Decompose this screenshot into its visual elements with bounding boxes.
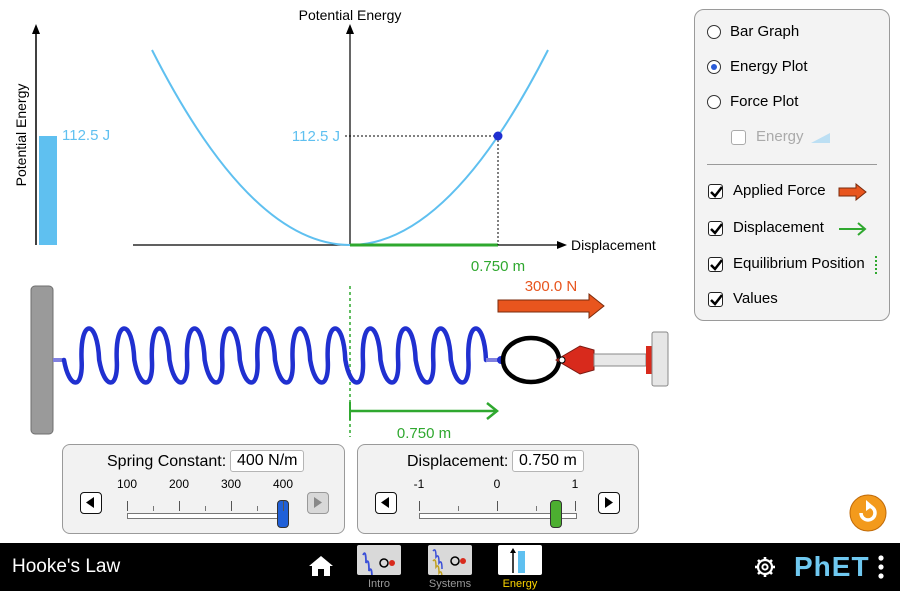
- slider-tick-mark: [575, 501, 576, 511]
- checkbox[interactable]: [708, 257, 723, 272]
- phet-logo: PhET: [794, 551, 870, 582]
- equilibrium-line-icon: [875, 256, 877, 274]
- displacement-arrow: [349, 402, 500, 420]
- slider-minor-tick: [458, 506, 459, 511]
- applied-force-arrow-icon: [838, 183, 867, 201]
- displacement-value: 0.750 m: [512, 450, 584, 472]
- displacement-decrement-button[interactable]: [375, 492, 397, 514]
- spring-constant-increment-button[interactable]: [307, 492, 329, 514]
- plot-y-axis-label: Potential Energy: [299, 7, 402, 23]
- radio-label: Force Plot: [730, 93, 799, 110]
- bar-graph-value-label: 112.5 J: [62, 127, 110, 144]
- energy-plot-point: [493, 131, 503, 141]
- slider-tick-label: 0: [493, 477, 501, 491]
- slider-tick-label: 300: [220, 477, 242, 491]
- options-divider: [707, 164, 877, 165]
- slider-minor-tick: [153, 506, 154, 511]
- more-vertical-icon: [878, 555, 884, 579]
- radio-label: Bar Graph: [730, 23, 800, 40]
- plot-x-axis-label: Displacement: [571, 237, 656, 253]
- screen-label: Energy: [502, 578, 538, 590]
- slider-tick-mark: [179, 501, 180, 511]
- checkbox[interactable]: [731, 130, 746, 145]
- radio-button[interactable]: [707, 95, 721, 109]
- checkbox-label: Values: [733, 290, 778, 307]
- energy-wedge-icon: [811, 133, 830, 143]
- reset-all-button[interactable]: [849, 494, 887, 532]
- displacement-arrow-icon: [839, 222, 867, 236]
- displacement-increment-button[interactable]: [598, 492, 620, 514]
- displacement-slider-thumb[interactable]: [549, 500, 562, 528]
- energy-checkbox-label: Energy: [756, 128, 804, 145]
- home-button[interactable]: [308, 555, 334, 577]
- slider-tick-label: 400: [272, 477, 294, 491]
- energy-bar-graph: [32, 24, 57, 245]
- displacement-control: Displacement: 0.750 m -1 0 1: [357, 444, 639, 534]
- checkbox-label: Applied Force: [733, 182, 826, 199]
- checkbox[interactable]: [708, 221, 723, 236]
- slider-tick-mark: [283, 501, 284, 511]
- checkbox-label: Equilibrium Position: [733, 255, 865, 272]
- radio-button[interactable]: [707, 25, 721, 39]
- home-icon: [309, 556, 333, 576]
- right-arrow-icon: [314, 497, 322, 508]
- checkbox[interactable]: [708, 292, 723, 307]
- left-arrow-icon: [381, 497, 389, 508]
- phet-menu-button[interactable]: PhET: [794, 549, 889, 585]
- slider-minor-tick: [536, 506, 537, 511]
- spring-constant-title: Spring Constant:: [107, 453, 227, 470]
- displacement-title: Displacement:: [407, 453, 509, 470]
- intro-screen-icon: [357, 545, 401, 580]
- spring-constant-decrement-button[interactable]: [80, 492, 102, 514]
- wall: [30, 285, 54, 435]
- screen-button-intro[interactable]: Intro: [356, 543, 402, 590]
- applied-force-label: 300.0 N: [525, 278, 578, 295]
- slider-tick-mark: [231, 501, 232, 511]
- radio-label: Energy Plot: [730, 58, 808, 75]
- sim-title: Hooke's Law: [12, 556, 121, 577]
- slider-tick-mark: [497, 501, 498, 511]
- navigation-bar: Hooke's Law Intro Systems Energy PhET: [0, 543, 900, 591]
- slider-tick-label: 1: [571, 477, 579, 491]
- spring[interactable]: [53, 326, 505, 385]
- radio-button[interactable]: [707, 60, 721, 74]
- settings-button[interactable]: [754, 556, 776, 578]
- energy-screen-icon: [498, 545, 542, 575]
- bar-graph-axis-label: Potential Energy: [13, 84, 29, 187]
- slider-tick-mark: [419, 501, 420, 511]
- spring-constant-control: Spring Constant: 400 N/m 100 200 300 400: [62, 444, 345, 534]
- checkbox-label: Displacement: [733, 219, 824, 236]
- plot-y-value-label: 112.5 J: [292, 128, 340, 145]
- right-arrow-icon: [605, 497, 613, 508]
- slider-minor-tick: [205, 506, 206, 511]
- left-arrow-icon: [86, 497, 94, 508]
- plot-x-value-label: 0.750 m: [471, 258, 525, 275]
- gear-icon: [755, 557, 775, 577]
- checkbox[interactable]: [708, 184, 723, 199]
- potential-energy-bar: [39, 136, 57, 245]
- displacement-label: 0.750 m: [397, 425, 451, 442]
- screen-label: Systems: [428, 578, 472, 590]
- screen-label: Intro: [367, 578, 390, 590]
- options-panel: Bar Graph Energy Plot Force Plot Energy …: [694, 9, 890, 321]
- screen-button-systems[interactable]: Systems: [426, 543, 474, 590]
- slider-tick-label: 100: [116, 477, 138, 491]
- slider-tick-label: -1: [413, 477, 425, 491]
- energy-plot: [133, 24, 567, 249]
- spring-constant-slider-track[interactable]: [127, 513, 285, 519]
- spring-constant-value: 400 N/m: [230, 450, 305, 472]
- slider-minor-tick: [257, 506, 258, 511]
- applied-force-arrow: [497, 292, 605, 320]
- robotic-arm-hook[interactable]: [500, 331, 669, 387]
- slider-tick-mark: [127, 501, 128, 511]
- screen-button-energy[interactable]: Energy: [497, 543, 543, 590]
- slider-tick-label: 200: [168, 477, 190, 491]
- systems-screen-icon: [428, 545, 472, 580]
